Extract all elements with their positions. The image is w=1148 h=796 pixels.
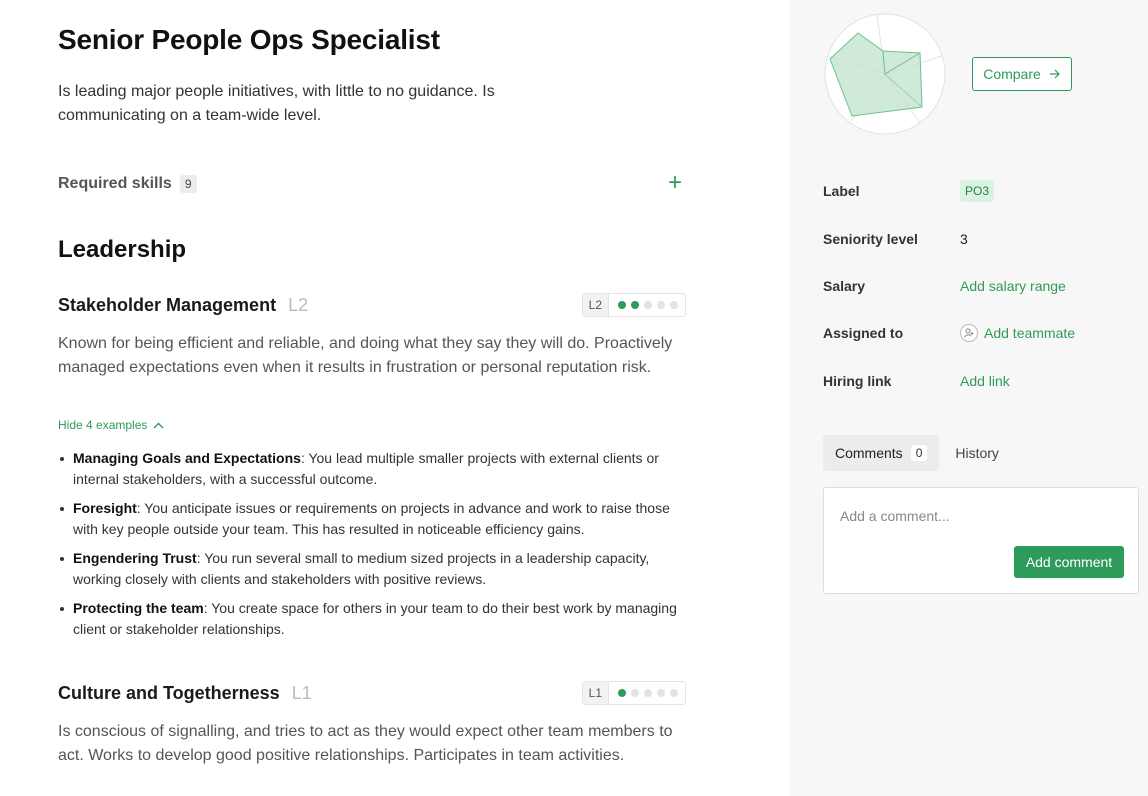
- activity-tabs: Comments 0 History: [823, 435, 999, 471]
- example-title: Managing Goals and Expectations: [73, 450, 301, 466]
- example-title: Protecting the team: [73, 600, 204, 616]
- hide-examples-toggle[interactable]: Hide 4 examples: [58, 418, 164, 432]
- level-indicator[interactable]: L1: [581, 681, 686, 705]
- property-key: Hiring link: [823, 373, 892, 389]
- chevron-up-icon: [153, 418, 164, 432]
- comments-count: 0: [910, 445, 928, 461]
- comment-box: Add comment: [823, 487, 1139, 594]
- add-teammate-label: Add teammate: [984, 325, 1076, 341]
- skills-radar-chart[interactable]: [824, 13, 946, 135]
- list-item: Foresight: You anticipate issues or requ…: [58, 498, 688, 540]
- sidebar: Compare Label PO3 Seniority level 3 Sala…: [790, 0, 1148, 796]
- skill-description: Known for being efficient and reliable, …: [58, 335, 673, 376]
- add-hiring-link[interactable]: Add link: [960, 373, 1010, 389]
- role-description: Is leading major people initiatives, wit…: [58, 83, 495, 124]
- property-key: Seniority level: [823, 231, 918, 247]
- skill-name: Culture and Togetherness: [58, 682, 280, 703]
- plus-icon[interactable]: +: [664, 171, 686, 195]
- property-key: Label: [823, 183, 860, 199]
- comment-input[interactable]: [840, 508, 1120, 524]
- level-dot-empty: [644, 689, 652, 697]
- page-title: Senior People Ops Specialist: [58, 24, 440, 55]
- add-user-icon: [960, 324, 978, 342]
- level-dot-empty: [631, 689, 639, 697]
- skill-name: Stakeholder Management: [58, 294, 277, 315]
- property-salary-row: Salary Add salary range: [823, 274, 1123, 298]
- property-key: Assigned to: [823, 325, 904, 341]
- skill-header: Stakeholder Management L2 L2: [58, 292, 686, 318]
- level-indicator[interactable]: L2: [581, 293, 686, 317]
- role-detail-main: Senior People Ops Specialist Is leading …: [0, 0, 790, 796]
- section-title: Leadership: [58, 236, 187, 263]
- list-item: Managing Goals and Expectations: You lea…: [58, 448, 688, 490]
- tab-comments[interactable]: Comments 0: [823, 435, 940, 471]
- add-teammate-link[interactable]: Add teammate: [960, 324, 1075, 342]
- tab-comments-label: Comments: [835, 445, 903, 461]
- add-comment-button[interactable]: Add comment: [1014, 546, 1124, 578]
- skill-description: Is conscious of signalling, and tries to…: [58, 723, 673, 764]
- skill-level: L1: [291, 682, 312, 703]
- property-label-row: Label PO3: [823, 179, 1123, 203]
- example-title: Engendering Trust: [73, 550, 197, 566]
- seniority-value: 3: [960, 231, 968, 247]
- radar-svg: [824, 13, 946, 135]
- level-dot-empty: [657, 689, 665, 697]
- property-hiring-row: Hiring link Add link: [823, 369, 1123, 393]
- compare-button[interactable]: Compare: [972, 57, 1072, 91]
- list-item: Protecting the team: You create space fo…: [58, 598, 688, 640]
- level-dot-filled: [618, 689, 626, 697]
- level-dot-empty: [670, 301, 678, 309]
- level-dot-empty: [670, 689, 678, 697]
- level-dot-empty: [644, 301, 652, 309]
- level-tag: L2: [582, 294, 609, 316]
- label-badge[interactable]: PO3: [960, 180, 995, 202]
- level-dot-empty: [657, 301, 665, 309]
- required-skills-label: Required skills: [58, 175, 172, 192]
- skill-level: L2: [288, 294, 309, 315]
- example-title: Foresight: [73, 500, 137, 516]
- property-seniority-row: Seniority level 3: [823, 227, 1123, 251]
- level-dot-filled: [618, 301, 626, 309]
- hide-examples-label: Hide 4 examples: [58, 418, 148, 432]
- skill-header: Culture and Togetherness L1 L1: [58, 680, 686, 706]
- list-item: Engendering Trust: You run several small…: [58, 548, 688, 590]
- compare-label: Compare: [983, 66, 1041, 82]
- property-assigned-row: Assigned to Add teammate: [823, 321, 1123, 345]
- property-key: Salary: [823, 278, 866, 294]
- required-skills-header: Required skills 9 +: [58, 171, 686, 196]
- example-text: : You anticipate issues or requirements …: [73, 500, 670, 537]
- add-salary-link[interactable]: Add salary range: [960, 278, 1066, 294]
- examples-list: Managing Goals and Expectations: You lea…: [58, 448, 688, 648]
- tab-history[interactable]: History: [955, 445, 999, 461]
- arrow-right-icon: [1049, 66, 1061, 82]
- level-dot-filled: [631, 301, 639, 309]
- required-skills-count: 9: [179, 175, 197, 193]
- level-tag: L1: [582, 682, 609, 704]
